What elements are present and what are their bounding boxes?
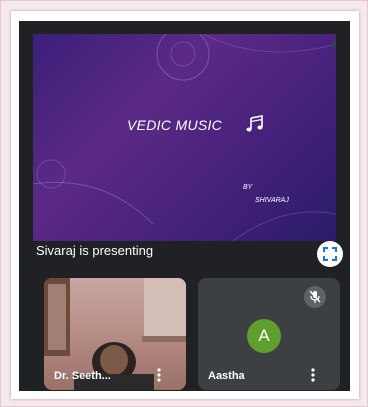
participant-tile[interactable]: A Aastha xyxy=(198,278,340,390)
slide-title: VEDIC MUSIC xyxy=(127,117,223,133)
muted-indicator xyxy=(304,286,326,308)
presenting-status: Sivaraj is presenting xyxy=(36,243,154,258)
mic-off-icon xyxy=(309,290,321,303)
slide-by-label: BY xyxy=(243,184,253,191)
participant-avatar: A xyxy=(247,319,281,353)
music-note-icon xyxy=(246,115,263,132)
more-options-pill[interactable]: ••• xyxy=(331,38,336,50)
more-vert-icon[interactable] xyxy=(310,368,316,382)
participant-tile[interactable]: Dr. Seeth... xyxy=(44,278,186,390)
expand-icon xyxy=(323,247,337,261)
participant-name: Aastha xyxy=(208,370,245,382)
photo-frame: ••• VEDIC MUSIC BY SHIVARAJ Sivaraj is p… xyxy=(0,0,368,407)
participant-name: Dr. Seeth... xyxy=(54,370,111,382)
slide-author: SHIVARAJ xyxy=(255,197,289,204)
presentation-slide: ••• VEDIC MUSIC BY SHIVARAJ xyxy=(33,34,336,241)
meeting-window: ••• VEDIC MUSIC BY SHIVARAJ Sivaraj is p… xyxy=(19,21,350,391)
more-vert-icon[interactable] xyxy=(156,368,162,382)
slide-decoration xyxy=(33,34,336,241)
fullscreen-button[interactable] xyxy=(317,241,343,267)
